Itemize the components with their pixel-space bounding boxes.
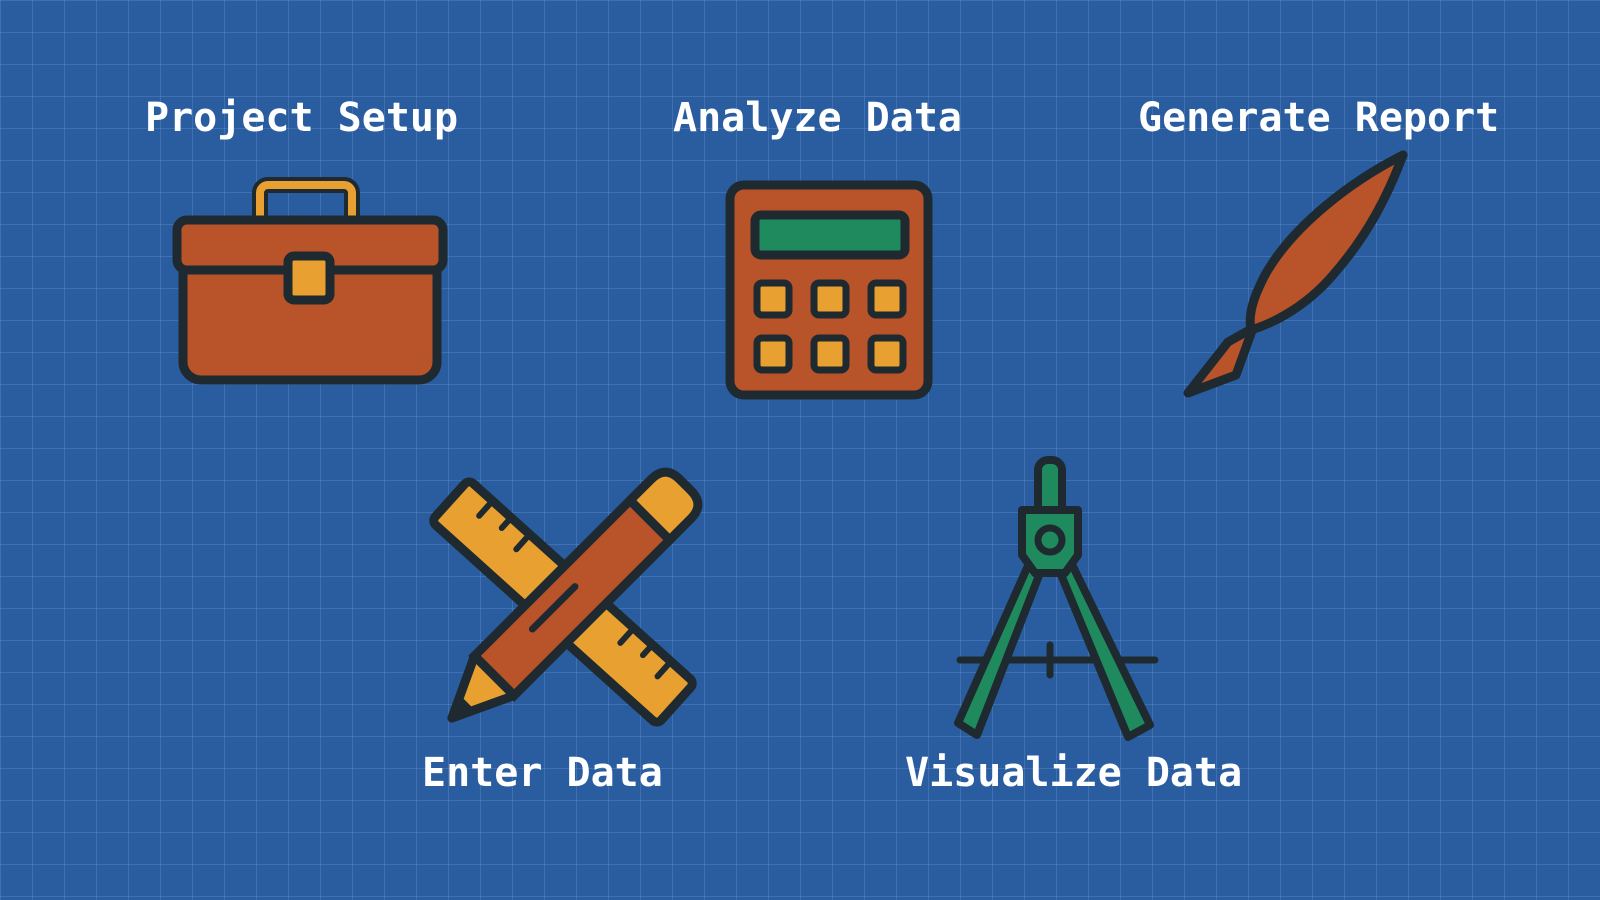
step-label: Project Setup — [145, 95, 459, 141]
toolbox-icon — [172, 177, 448, 390]
ruler-pencil-icon — [415, 467, 715, 740]
step-label: Visualize Data — [905, 750, 1243, 796]
step-label: Analyze Data — [673, 95, 962, 141]
quill-pen-icon — [1173, 150, 1413, 400]
calculator-icon — [725, 180, 935, 400]
step-label: Enter Data — [422, 750, 663, 796]
step-label: Generate Report — [1138, 95, 1500, 141]
compass-icon — [950, 455, 1170, 755]
